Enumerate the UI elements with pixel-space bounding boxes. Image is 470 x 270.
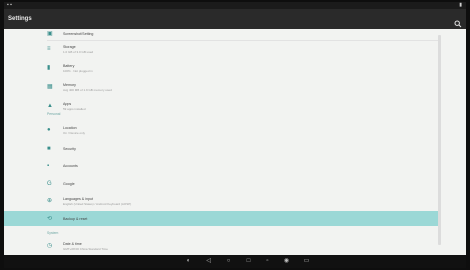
keyboard-icon[interactable]: ▭ xyxy=(303,258,310,265)
settings-item-summary: 100% · Not plugged in xyxy=(63,69,93,73)
app-toolbar: Settings xyxy=(4,9,466,29)
apps-icon: ▲ xyxy=(47,103,53,109)
settings-item-summary: On / Device only xyxy=(63,131,86,135)
settings-item-summary: 1.0 GB of 3.0 GB used xyxy=(63,50,94,54)
settings-item-summary: 59 apps installed xyxy=(63,107,86,111)
page-title: Settings xyxy=(8,16,32,22)
screenshot-icon: ▣ xyxy=(47,31,53,37)
backup-icon: ⟲ xyxy=(47,216,53,222)
settings-item-google[interactable]: G Google xyxy=(4,177,438,192)
status-left-icons: ▪ ▪ xyxy=(7,2,12,8)
settings-item-label: Google xyxy=(63,182,75,186)
settings-item-summary: GMT+08:00 China Standard Time xyxy=(63,247,108,251)
settings-item-languages[interactable]: ⊕ Languages & input English (United Stat… xyxy=(4,193,438,210)
scrollbar[interactable] xyxy=(438,35,441,245)
recents-icon[interactable]: □ xyxy=(245,258,252,265)
navigation-bar: ◐ ◁ ○ □ ▫ ◉ ▭ xyxy=(4,255,466,268)
camera-icon[interactable]: ◉ xyxy=(283,258,290,265)
screenshot-icon[interactable]: ▫ xyxy=(264,258,271,265)
settings-item-label: Screenshot/Setting xyxy=(63,32,94,36)
memory-icon: ▦ xyxy=(47,84,53,90)
section-header-personal: Personal xyxy=(47,112,61,116)
settings-item-memory[interactable]: ▦ Memory Avg 400 MB of 1.9 GB memory use… xyxy=(4,79,438,97)
search-icon[interactable] xyxy=(454,15,462,28)
status-right-icon: ▮ xyxy=(459,2,462,8)
battery-icon: ▮ xyxy=(47,65,51,71)
settings-item-summary: Avg 400 MB of 1.9 GB memory used xyxy=(63,88,112,92)
settings-item-label: Date & time xyxy=(63,242,82,246)
screen-power-icon[interactable]: ◐ xyxy=(185,258,192,265)
settings-item-screenshot[interactable]: ▣ Screenshot/Setting xyxy=(4,29,438,39)
settings-item-label: Storage xyxy=(63,45,76,49)
lock-icon: ■ xyxy=(47,146,51,152)
settings-item-date-time[interactable]: ◷ Date & time GMT+08:00 China Standard T… xyxy=(4,238,438,255)
home-icon[interactable]: ○ xyxy=(225,258,232,265)
settings-item-battery[interactable]: ▮ Battery 100% · Not plugged in xyxy=(4,60,438,78)
settings-item-label: Memory xyxy=(63,83,76,87)
settings-item-label: Security xyxy=(63,147,76,151)
android-screen: ▪ ▪ ▮ Settings ▣ Screenshot/Setting ≡ St… xyxy=(4,2,466,268)
settings-item-storage[interactable]: ≡ Storage 1.0 GB of 3.0 GB used xyxy=(4,41,438,59)
language-icon: ⊕ xyxy=(47,198,53,204)
google-icon: G xyxy=(47,181,52,187)
location-icon: ● xyxy=(47,127,51,133)
settings-item-label: Backup & reset xyxy=(63,217,88,221)
settings-item-location[interactable]: ● Location On / Device only xyxy=(4,121,438,139)
settings-item-summary: English (United States) / Android Keyboa… xyxy=(63,202,132,206)
settings-item-accounts[interactable]: ▪ Accounts xyxy=(4,159,438,174)
back-icon[interactable]: ◁ xyxy=(205,258,212,265)
status-bar: ▪ ▪ ▮ xyxy=(4,2,466,9)
storage-icon: ≡ xyxy=(47,46,51,52)
settings-item-label: Accounts xyxy=(63,164,78,168)
settings-item-backup-reset[interactable]: ⟲ Backup & reset xyxy=(4,211,438,226)
section-header-system: System xyxy=(47,231,59,235)
settings-item-label: Languages & input xyxy=(63,197,93,201)
settings-item-security[interactable]: ■ Security xyxy=(4,141,438,156)
settings-item-apps[interactable]: ▲ Apps 59 apps installed xyxy=(4,98,438,116)
settings-item-label: Battery xyxy=(63,64,75,68)
clock-icon: ◷ xyxy=(47,243,53,249)
accounts-icon: ▪ xyxy=(47,163,50,169)
settings-list: ▣ Screenshot/Setting ≡ Storage 1.0 GB of… xyxy=(4,29,466,255)
settings-item-label: Apps xyxy=(63,102,72,106)
settings-item-label: Location xyxy=(63,126,77,130)
